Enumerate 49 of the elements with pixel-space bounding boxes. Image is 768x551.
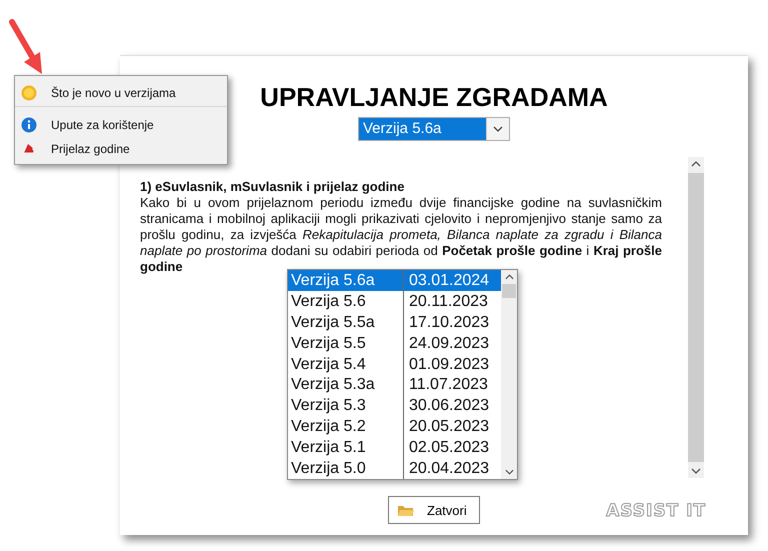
logo: ASSIST IT xyxy=(606,501,706,521)
chevron-down-icon[interactable] xyxy=(504,469,514,475)
sun-badge-icon xyxy=(21,85,37,101)
scrollbar[interactable] xyxy=(688,157,704,478)
window-title: UPRAVLJANJE ZGRADAMA xyxy=(260,82,608,113)
menu-item[interactable]: Upute za korištenje xyxy=(15,113,227,137)
menu-item[interactable]: Što je novo u verzijama xyxy=(15,79,227,107)
info-icon xyxy=(21,117,37,133)
version-row[interactable]: Verzija 5.4 01.09.2023 xyxy=(288,354,501,374)
version-name: Verzija 5.6 xyxy=(288,290,404,312)
chevron-down-icon[interactable] xyxy=(691,468,701,474)
scrollbar-thumb[interactable] xyxy=(502,284,516,298)
version-name: Verzija 5.2 xyxy=(288,416,404,438)
version-row[interactable]: Verzija 5.3 30.06.2023 xyxy=(288,395,501,416)
version-name: Verzija 5.6a xyxy=(288,270,404,291)
version-date: 02.05.2023 xyxy=(408,438,490,458)
version-name: Verzija 5.5a xyxy=(288,312,404,333)
close-button[interactable]: Zatvori xyxy=(388,496,480,524)
version-row[interactable]: Verzija 5.3a 11.07.2023 xyxy=(288,374,501,396)
list-scrollbar[interactable] xyxy=(501,270,517,479)
version-date: 11.07.2023 xyxy=(408,375,488,396)
version-name: Verzija 5.0 xyxy=(288,458,404,479)
version-date: 17.10.2023 xyxy=(408,312,490,333)
version-date: 30.06.2023 xyxy=(408,396,490,416)
chevron-down-icon xyxy=(493,126,503,132)
version-date: 20.05.2023 xyxy=(408,417,490,438)
version-row[interactable]: Verzija 5.1 02.05.2023 xyxy=(288,437,501,458)
version-date: 03.01.2024 xyxy=(408,271,490,291)
version-date: 20.11.2023 xyxy=(408,292,488,312)
version-name: Verzija 5.4 xyxy=(288,354,404,374)
version-row[interactable]: Verzija 5.6 20.11.2023 xyxy=(288,290,501,312)
version-row[interactable]: Verzija 5.0 20.04.2023 xyxy=(288,458,501,479)
version-row[interactable]: Verzija 5.6a 03.01.2024 xyxy=(288,270,501,291)
version-name: Verzija 5.3 xyxy=(288,395,404,416)
chevron-up-icon[interactable] xyxy=(691,161,701,167)
version-dropdown[interactable]: Verzija 5.6a xyxy=(358,117,510,141)
version-row[interactable]: Verzija 5.2 20.05.2023 xyxy=(288,416,501,438)
version-row[interactable]: Verzija 5.5a 17.10.2023 xyxy=(288,312,501,333)
version-name: Verzija 5.5 xyxy=(288,332,404,354)
version-date: 24.09.2023 xyxy=(408,334,490,354)
version-name: Verzija 5.1 xyxy=(288,437,404,458)
version-row[interactable]: Verzija 5.5 24.09.2023 xyxy=(288,332,501,354)
version-date: 01.09.2023 xyxy=(408,354,490,374)
folder-icon xyxy=(397,503,415,517)
menu-item[interactable]: Prijelaz godine xyxy=(15,137,227,161)
version-date: 20.04.2023 xyxy=(408,459,490,479)
article-heading: 1) eSuvlasnik, mSuvlasnik i prijelaz godine xyxy=(140,179,406,195)
version-name: Verzija 5.3a xyxy=(288,374,404,396)
chevron-up-icon[interactable] xyxy=(504,274,514,280)
